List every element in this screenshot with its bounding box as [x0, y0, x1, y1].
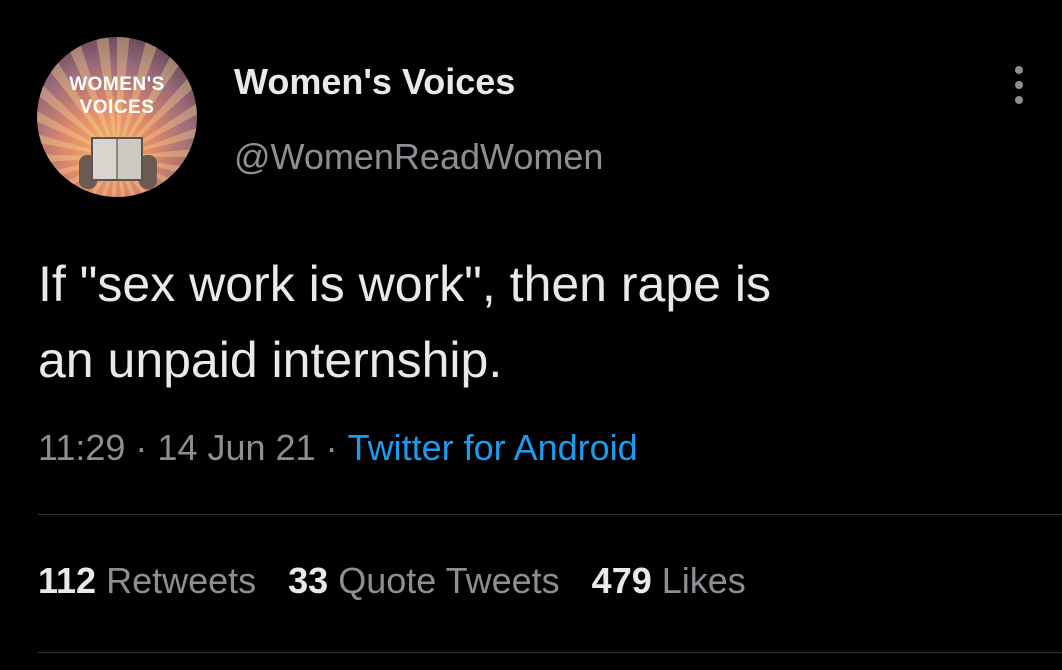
likes-count: 479	[591, 560, 652, 601]
avatar-logo-text: WOMEN'S VOICES	[37, 73, 197, 119]
tweet-meta: 11:29 · 14 Jun 21 · Twitter for Android	[38, 424, 638, 472]
likes-label: Likes	[661, 560, 746, 601]
meta-separator: ·	[135, 427, 148, 468]
likes-stat[interactable]: 479 Likes	[592, 557, 746, 605]
avatar-text-line2: VOICES	[79, 97, 155, 118]
tweet-source-link[interactable]: Twitter for Android	[348, 427, 638, 468]
divider	[38, 652, 1062, 653]
more-dot	[1015, 81, 1023, 89]
retweets-stat[interactable]: 112 Retweets	[38, 557, 256, 605]
retweets-count: 112	[38, 560, 97, 601]
tweet-stats: 112 Retweets 33 Quote Tweets 479 Likes	[38, 557, 778, 605]
quote-tweets-label: Quote Tweets	[338, 560, 560, 601]
tweet-date[interactable]: 14 Jun 21	[157, 427, 315, 468]
avatar[interactable]: WOMEN'S VOICES	[37, 37, 197, 197]
author-handle[interactable]: @WomenReadWomen	[234, 134, 603, 180]
tweet-text: If "sex work is work", then rape is an u…	[38, 246, 1028, 398]
tweet-text-line2: an unpaid internship.	[38, 332, 503, 388]
more-dot	[1015, 66, 1023, 74]
tweet-text-line1: If "sex work is work", then rape is	[38, 256, 771, 312]
quote-tweets-stat[interactable]: 33 Quote Tweets	[288, 557, 560, 605]
tweet-detail: WOMEN'S VOICES Women's Voices @WomenRead…	[0, 0, 1062, 670]
meta-separator: ·	[325, 427, 338, 468]
author-display-name[interactable]: Women's Voices	[234, 58, 515, 106]
divider	[38, 514, 1062, 515]
more-dot	[1015, 96, 1023, 104]
avatar-text-line1: WOMEN'S	[69, 74, 165, 95]
tweet-time[interactable]: 11:29	[38, 427, 125, 468]
retweets-label: Retweets	[106, 560, 257, 601]
more-vertical-icon[interactable]	[1009, 66, 1029, 106]
avatar-book-icon	[91, 137, 143, 181]
quote-tweets-count: 33	[288, 560, 329, 601]
